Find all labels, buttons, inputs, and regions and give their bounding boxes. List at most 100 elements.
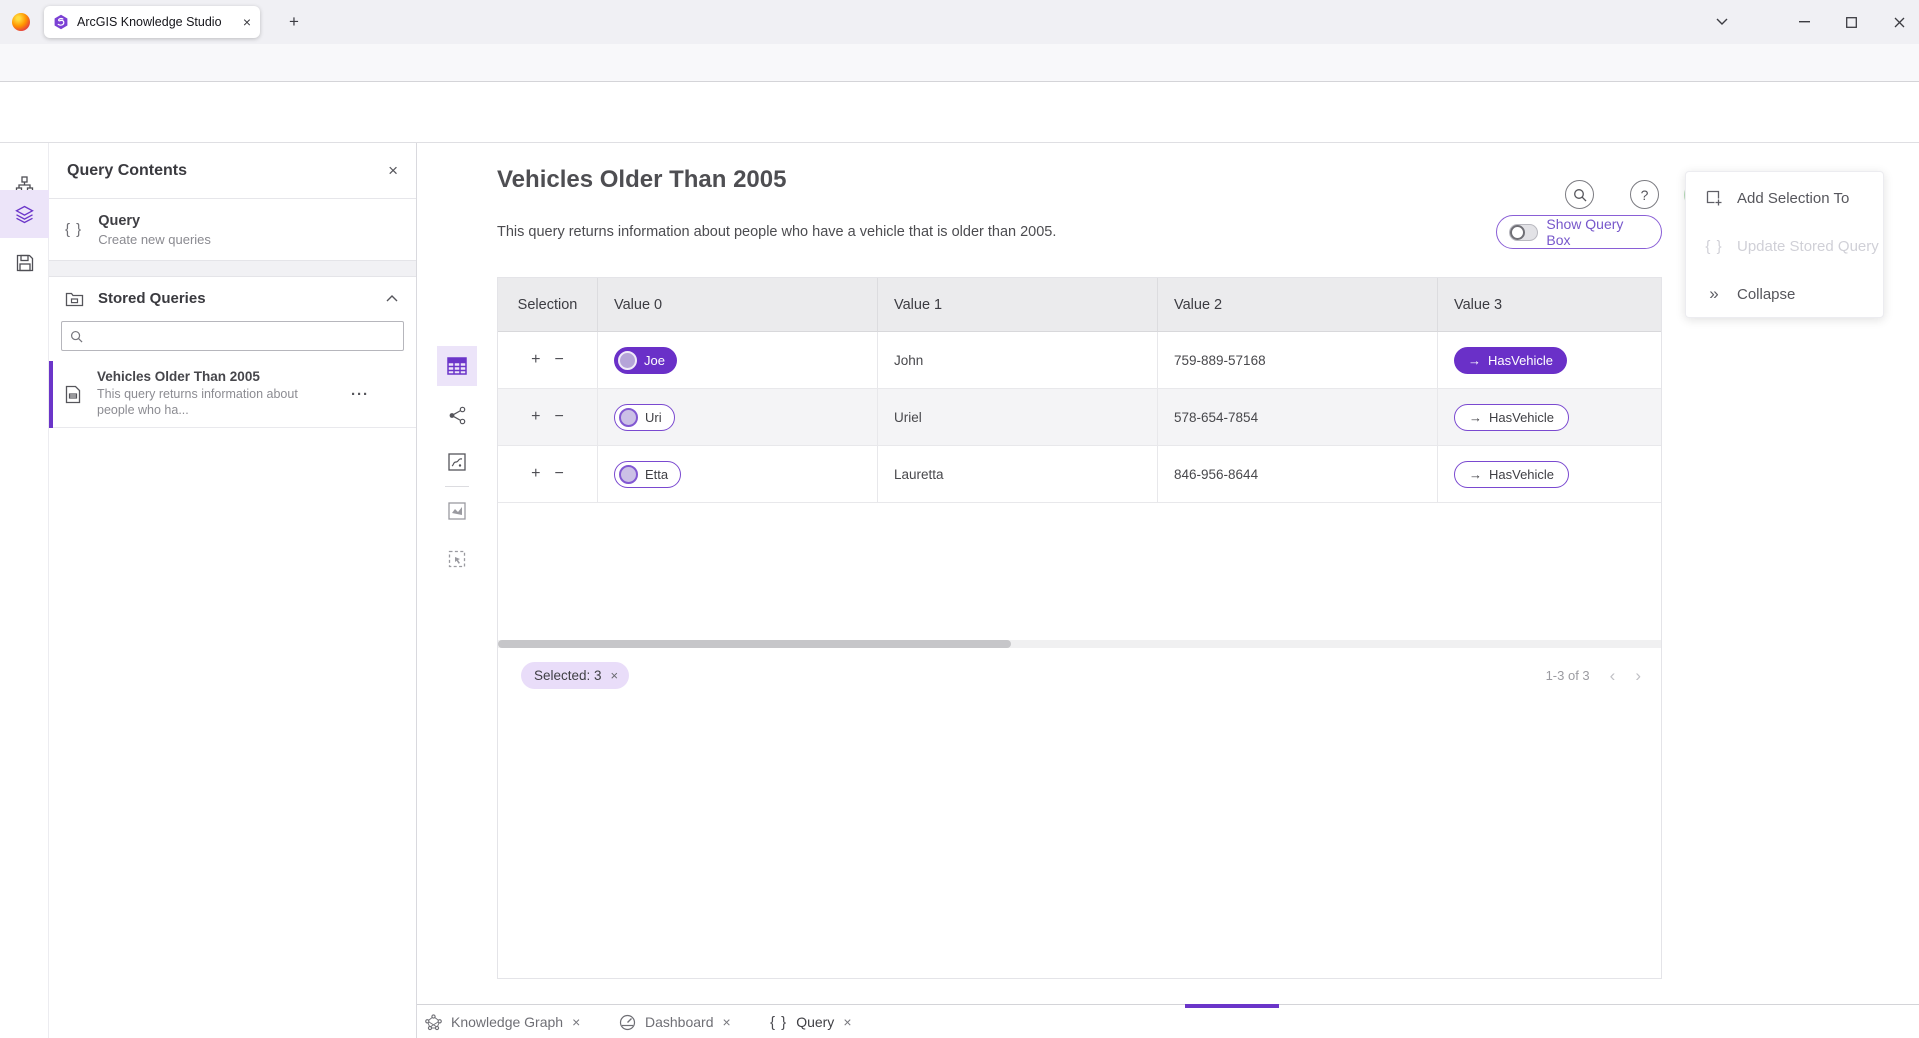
relationship-pill[interactable]: →HasVehicle — [1454, 404, 1569, 431]
relationship-pill[interactable]: →HasVehicle — [1454, 347, 1567, 374]
arrow-right-icon: → — [1468, 353, 1481, 368]
query-contents-panel: Query Contents × { } Query Create new qu… — [49, 143, 417, 1038]
pagination-label: 1-3 of 3 — [1546, 668, 1590, 683]
chevron-up-icon[interactable] — [386, 295, 398, 302]
column-header: Value 1 — [878, 278, 1158, 331]
entity-pill[interactable]: Etta — [614, 461, 681, 488]
column-header: Value 0 — [598, 278, 878, 331]
search-input[interactable] — [89, 329, 395, 344]
tab-query[interactable]: { } Query × — [770, 1005, 852, 1038]
pagination-prev-icon[interactable]: ‹ — [1610, 667, 1616, 684]
column-header: Value 2 — [1158, 278, 1438, 331]
cell-value: John — [894, 353, 923, 368]
tab-close-icon[interactable]: × — [243, 14, 251, 30]
stored-query-title: Vehicles Older Than 2005 — [97, 369, 335, 384]
tab-dashboard[interactable]: Dashboard × — [619, 1005, 731, 1038]
stored-queries-title: Stored Queries — [98, 290, 372, 307]
link-chart-icon[interactable] — [437, 395, 477, 435]
window-close-button[interactable] — [1882, 8, 1916, 36]
cell-value: Lauretta — [894, 467, 944, 482]
stored-queries-header[interactable]: Stored Queries — [49, 277, 416, 319]
table-row: + − Uri Uriel 578-654-7854 →HasVehicle — [498, 389, 1661, 446]
browser-toolbar: https://dev0028833.esri.com/portal/apps/… — [0, 44, 1919, 82]
query-item-title: Query — [98, 213, 211, 229]
tab-knowledge-graph[interactable]: Knowledge Graph × — [425, 1005, 580, 1038]
add-selection-icon — [1704, 190, 1724, 207]
braces-icon: { } — [1704, 238, 1724, 255]
show-query-box-label: Show Query Box — [1546, 216, 1649, 248]
tab-close-icon[interactable]: × — [843, 1014, 851, 1030]
remove-selection-button[interactable]: − — [555, 466, 564, 482]
panel-divider — [49, 260, 416, 277]
list-tabs-icon[interactable] — [1705, 8, 1739, 36]
folder-icon — [65, 290, 84, 307]
cell-value: 846-956-8644 — [1174, 467, 1258, 482]
page-title: Vehicles Older Than 2005 — [497, 166, 786, 194]
active-tab-indicator — [1185, 1004, 1279, 1008]
selection-tool-icon[interactable] — [437, 539, 477, 579]
new-tab-button[interactable]: + — [283, 11, 305, 33]
app-favicon-icon — [53, 14, 69, 30]
selected-count-chip: Selected: 3 × — [521, 662, 629, 689]
rail-layers-icon[interactable] — [0, 190, 49, 238]
left-rail: » — [0, 143, 49, 1038]
app-header: Certification Project ? PL publisher2 la… — [0, 82, 1919, 143]
relationship-pill[interactable]: →HasVehicle — [1454, 461, 1569, 488]
show-query-box-toggle[interactable]: Show Query Box — [1496, 215, 1662, 249]
panel-header: Query Contents × — [49, 143, 416, 199]
cell-value: 759-889-57168 — [1174, 353, 1266, 368]
query-create-item[interactable]: { } Query Create new queries — [49, 199, 416, 260]
browser-tab[interactable]: ArcGIS Knowledge Studio × — [44, 6, 260, 38]
search-icon — [1573, 188, 1587, 202]
entity-pill[interactable]: Joe — [614, 347, 677, 374]
add-to-map-icon[interactable] — [437, 491, 477, 531]
window-minimize-button[interactable] — [1787, 8, 1821, 36]
add-selection-button[interactable]: + — [531, 409, 540, 425]
chevrons-right-icon: » — [1704, 284, 1724, 304]
clear-selection-icon[interactable]: × — [611, 668, 619, 683]
arrow-right-icon: → — [1469, 410, 1482, 425]
entity-pill[interactable]: Uri — [614, 404, 675, 431]
selected-indicator — [49, 361, 53, 428]
table-header-row: Selection Value 0 Value 1 Value 2 Value … — [498, 278, 1661, 332]
column-header: Value 3 — [1438, 278, 1661, 331]
selected-count-label: Selected: 3 — [534, 668, 602, 683]
map-view-icon[interactable] — [437, 442, 477, 482]
entity-node-icon — [619, 465, 638, 484]
search-icon — [70, 330, 83, 343]
table-footer: Selected: 3 × 1-3 of 3 ‹ › — [498, 648, 1661, 703]
tab-close-icon[interactable]: × — [572, 1014, 580, 1030]
query-item-subtitle: Create new queries — [98, 232, 211, 247]
table-row: + − Etta Lauretta 846-956-8644 →HasVehic… — [498, 446, 1661, 503]
stored-query-doc-icon — [65, 385, 81, 404]
pagination-next-icon[interactable]: › — [1635, 667, 1641, 684]
bottom-tab-bar: Knowledge Graph × Dashboard × { } Query … — [417, 1004, 1919, 1038]
horizontal-scrollbar[interactable] — [498, 640, 1661, 648]
stored-query-item[interactable]: Vehicles Older Than 2005 This query retu… — [49, 361, 416, 428]
toggle-switch[interactable] — [1509, 224, 1538, 241]
braces-icon: { } — [65, 221, 82, 238]
stored-query-description: This query returns information about peo… — [97, 387, 335, 418]
add-selection-button[interactable]: + — [531, 466, 540, 482]
firefox-icon[interactable] — [12, 13, 30, 31]
rail-save-icon[interactable] — [0, 239, 49, 287]
scrollbar-thumb[interactable] — [498, 640, 1011, 648]
add-selection-button[interactable]: + — [531, 352, 540, 368]
panel-close-icon[interactable]: × — [388, 161, 398, 181]
window-maximize-button[interactable] — [1834, 8, 1868, 36]
stored-queries-search[interactable] — [61, 321, 404, 351]
remove-selection-button[interactable]: − — [555, 409, 564, 425]
page-description: This query returns information about peo… — [497, 224, 1056, 240]
search-button[interactable] — [1565, 180, 1594, 209]
arrow-right-icon: → — [1469, 467, 1482, 482]
overflow-menu-icon[interactable]: ··· — [351, 386, 369, 403]
table-view-icon[interactable] — [437, 346, 477, 386]
tab-close-icon[interactable]: × — [723, 1014, 731, 1030]
menu-item-add-selection-to[interactable]: Add Selection To — [1686, 174, 1883, 222]
menu-item-update-stored-query: { } Update Stored Query — [1686, 222, 1883, 270]
help-button[interactable]: ? — [1630, 180, 1659, 209]
table-row: + − Joe John 759-889-57168 →HasVehicle — [498, 332, 1661, 389]
dashboard-gauge-icon — [619, 1014, 636, 1031]
menu-item-collapse[interactable]: » Collapse — [1686, 270, 1883, 318]
remove-selection-button[interactable]: − — [555, 352, 564, 368]
